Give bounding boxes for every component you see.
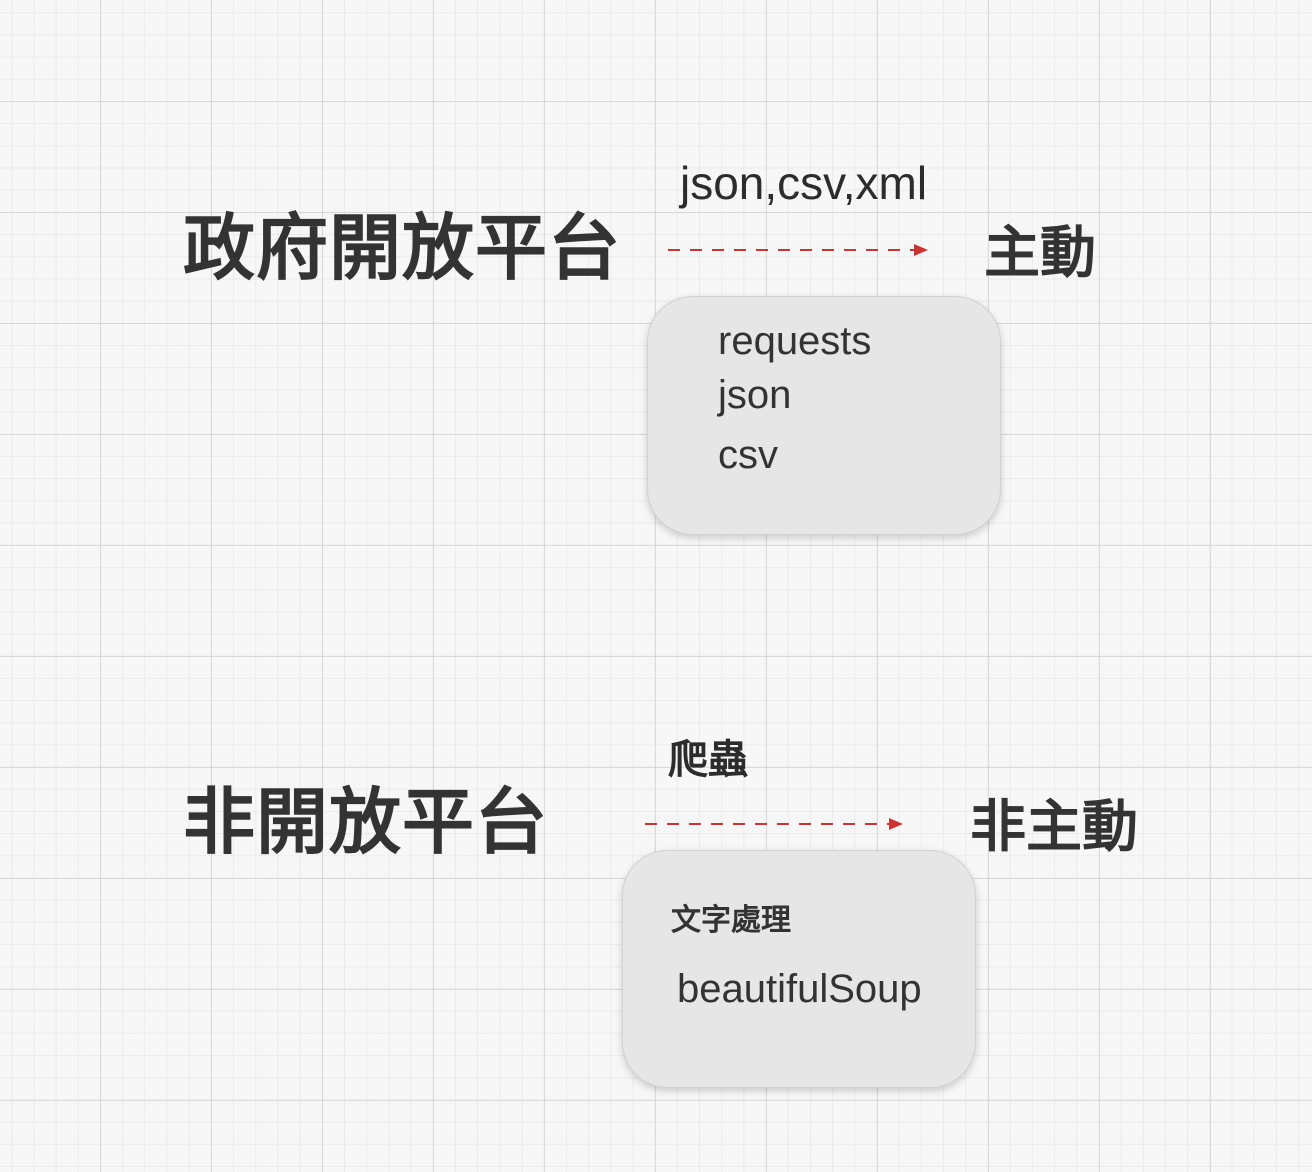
dashed-arrow-top: [668, 244, 928, 256]
target-node-passive: 非主動: [970, 795, 1138, 860]
tool-item-beautifulsoup: beautifulSoup: [677, 967, 922, 1011]
tool-item-json: json: [718, 373, 792, 417]
target-node-active: 主動: [984, 221, 1096, 286]
tools-box-bottom: 文字處理 beautifulSoup: [622, 850, 976, 1088]
tools-box-top: requests json csv: [647, 296, 1001, 535]
dashed-arrow-bottom: [645, 818, 903, 830]
tool-item-requests: requests: [718, 319, 872, 363]
tool-item-csv: csv: [718, 433, 778, 477]
edge-label-crawler: 爬蟲: [668, 737, 748, 783]
edge-label-formats: json,csv,xml: [680, 157, 928, 209]
source-node-non-open-platform: 非開放平台: [183, 780, 549, 864]
tool-item-text-processing: 文字處理: [671, 903, 791, 938]
source-node-gov-open-platform: 政府開放平台: [183, 206, 622, 290]
